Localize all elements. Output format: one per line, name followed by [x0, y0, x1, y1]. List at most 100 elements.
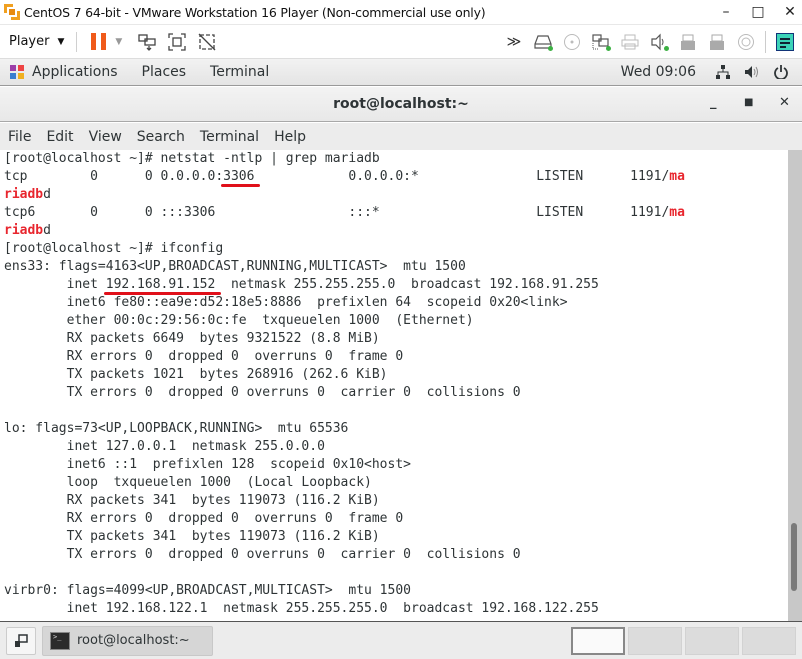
show-desktop-icon [15, 633, 28, 647]
menu-file[interactable]: File [8, 129, 31, 145]
terminal-line: RX errors 0 dropped 0 overruns 0 frame 0 [4, 510, 788, 528]
terminal-maximize-button[interactable]: ■ [744, 97, 753, 108]
workspace-3[interactable] [685, 627, 739, 655]
workspace-1[interactable] [571, 627, 625, 655]
hard-disk-button[interactable] [533, 32, 553, 52]
close-icon: ✕ [784, 4, 796, 20]
terminal-title: root@localhost:~ [333, 96, 469, 112]
terminal-line: ens33: flags=4163<UP,BROADCAST,RUNNING,M… [4, 258, 788, 276]
workspace-switcher [571, 627, 796, 655]
player-menu-label: Player [9, 34, 50, 49]
show-desktop-button[interactable] [6, 626, 36, 655]
terminal-text: inet6 ::1 prefixlen 128 scopeid 0x10<hos… [4, 457, 411, 472]
terminal-minimize-button[interactable]: _ [710, 95, 717, 110]
terminal-line: RX packets 341 bytes 119073 (116.2 KiB) [4, 492, 788, 510]
pause-button[interactable] [91, 33, 107, 50]
power-icon[interactable] [774, 65, 788, 79]
clock[interactable]: Wed 09:06 [621, 64, 696, 80]
terminal-line: virbr0: flags=4099<UP,BROADCAST,MULTICAS… [4, 582, 788, 600]
menu-help[interactable]: Help [274, 129, 306, 145]
usb-icon [710, 34, 724, 50]
usb-device-button-1[interactable] [678, 32, 698, 52]
maximize-icon: □ [751, 4, 765, 20]
terminal-text: 0.0.0.0:* LISTEN 1191/ [254, 169, 670, 184]
places-menu[interactable]: Places [142, 64, 187, 80]
vmware-titlebar: CentOS 7 64-bit - VMware Workstation 16 … [0, 0, 802, 24]
terminal-text: TX packets 341 bytes 119073 (116.2 KiB) [4, 529, 380, 544]
terminal-text: RX errors 0 dropped 0 overruns 0 frame 0 [4, 511, 404, 526]
terminal-line: riadbd [4, 186, 788, 204]
floppy-icon [738, 34, 754, 50]
terminal-text: [root@localhost ~]# ifconfig [4, 241, 224, 256]
terminal-close-button[interactable]: ✕ [779, 95, 790, 110]
terminal-text: TX errors 0 dropped 0 overruns 0 carrier… [4, 385, 521, 400]
minimize-button[interactable]: – [714, 0, 738, 24]
network-adapter-button[interactable] [591, 32, 611, 52]
terminal-text: lo: flags=73<UP,LOOPBACK,RUNNING> mtu 65… [4, 421, 349, 436]
terminal-line: inet 192.168.122.1 netmask 255.255.255.0… [4, 600, 788, 618]
terminal-text: TX packets 1021 bytes 268916 (262.6 KiB) [4, 367, 388, 382]
player-menu-button[interactable]: Player ▼ [9, 34, 64, 49]
fullscreen-icon [168, 32, 186, 51]
usb-icon [681, 34, 695, 50]
terminal-line: [root@localhost ~]# ifconfig [4, 240, 788, 258]
terminal-line: RX packets 6649 bytes 9321522 (8.8 MiB) [4, 330, 788, 348]
grep-match: ma [669, 169, 685, 184]
terminal-scrollbar[interactable] [788, 150, 802, 621]
terminal-line: ether 00:0c:29:56:0c:fe txqueuelen 1000 … [4, 312, 788, 330]
applications-menu[interactable]: Applications [32, 64, 118, 80]
terminal-lines: [root@localhost ~]# netstat -ntlp | grep… [0, 150, 788, 618]
workspace-2[interactable] [628, 627, 682, 655]
volume-icon[interactable] [744, 65, 760, 79]
network-icon[interactable] [716, 65, 730, 79]
more-icon: ≫ [506, 34, 522, 50]
terminal-line: TX packets 1021 bytes 268916 (262.6 KiB) [4, 366, 788, 384]
floppy-button[interactable] [736, 32, 756, 52]
terminal-line: riadbd [4, 222, 788, 240]
fullscreen-button[interactable] [166, 31, 188, 53]
terminal-text: inet 192.168.122.1 netmask 255.255.255.0… [4, 601, 599, 616]
centos-logo-icon [10, 65, 24, 79]
terminal-text: virbr0: flags=4099<UP,BROADCAST,MULTICAS… [4, 583, 411, 598]
terminal-text: ether 00:0c:29:56:0c:fe txqueuelen 1000 … [4, 313, 474, 328]
usb-device-button-2[interactable] [707, 32, 727, 52]
terminal-window-header: root@localhost:~ _ ■ ✕ [0, 87, 802, 122]
grep-match: riadb [4, 223, 44, 238]
terminal-text: RX packets 6649 bytes 9321522 (8.8 MiB) [4, 331, 380, 346]
terminal-line: inet 192.168.91.152 netmask 255.255.255.… [4, 276, 788, 294]
menu-edit[interactable]: Edit [46, 129, 73, 145]
terminal-line: TX packets 341 bytes 119073 (116.2 KiB) [4, 528, 788, 546]
terminal-text: inet 127.0.0.1 netmask 255.0.0.0 [4, 439, 325, 454]
toolbar-divider [76, 31, 78, 52]
terminal-output[interactable]: [root@localhost ~]# netstat -ntlp | grep… [0, 150, 788, 621]
send-ctrl-alt-del-button[interactable] [136, 31, 158, 53]
scrollbar-thumb[interactable] [791, 523, 797, 591]
close-button[interactable]: ✕ [778, 0, 802, 24]
terminal-line: lo: flags=73<UP,LOOPBACK,RUNNING> mtu 65… [4, 420, 788, 438]
terminal-text: inet6 fe80::ea9e:d52:18e5:8886 prefixlen… [4, 295, 568, 310]
maximize-button[interactable]: □ [746, 0, 770, 24]
menu-terminal[interactable]: Terminal [200, 129, 259, 145]
highlighted-value: 3306 [223, 169, 255, 184]
unity-button[interactable] [196, 31, 218, 53]
menu-view[interactable]: View [89, 129, 122, 145]
message-log-button[interactable] [776, 33, 794, 51]
menu-search[interactable]: Search [137, 129, 185, 145]
workspace-4[interactable] [742, 627, 796, 655]
terminal-icon [50, 631, 70, 650]
gnome-top-bar: Applications Places Terminal Wed 09:06 [0, 58, 802, 86]
send-ctrl-alt-del-icon [138, 33, 156, 51]
terminal-menubar: File Edit View Search Terminal Help [0, 123, 802, 150]
pause-dropdown-icon[interactable]: ▼ [115, 37, 122, 47]
cd-dvd-button[interactable] [562, 32, 582, 52]
terminal-text: [root@localhost ~]# netstat -ntlp | grep… [4, 151, 380, 166]
printer-button[interactable] [620, 32, 640, 52]
sound-card-button[interactable] [649, 32, 669, 52]
minimize-icon: – [722, 4, 730, 20]
vmware-logo-icon [4, 4, 20, 20]
terminal-text: inet [4, 277, 106, 292]
terminal-app-menu[interactable]: Terminal [210, 64, 269, 80]
taskbar-item-terminal[interactable]: root@localhost:~ [42, 625, 213, 656]
more-devices-button[interactable]: ≫ [504, 32, 524, 52]
